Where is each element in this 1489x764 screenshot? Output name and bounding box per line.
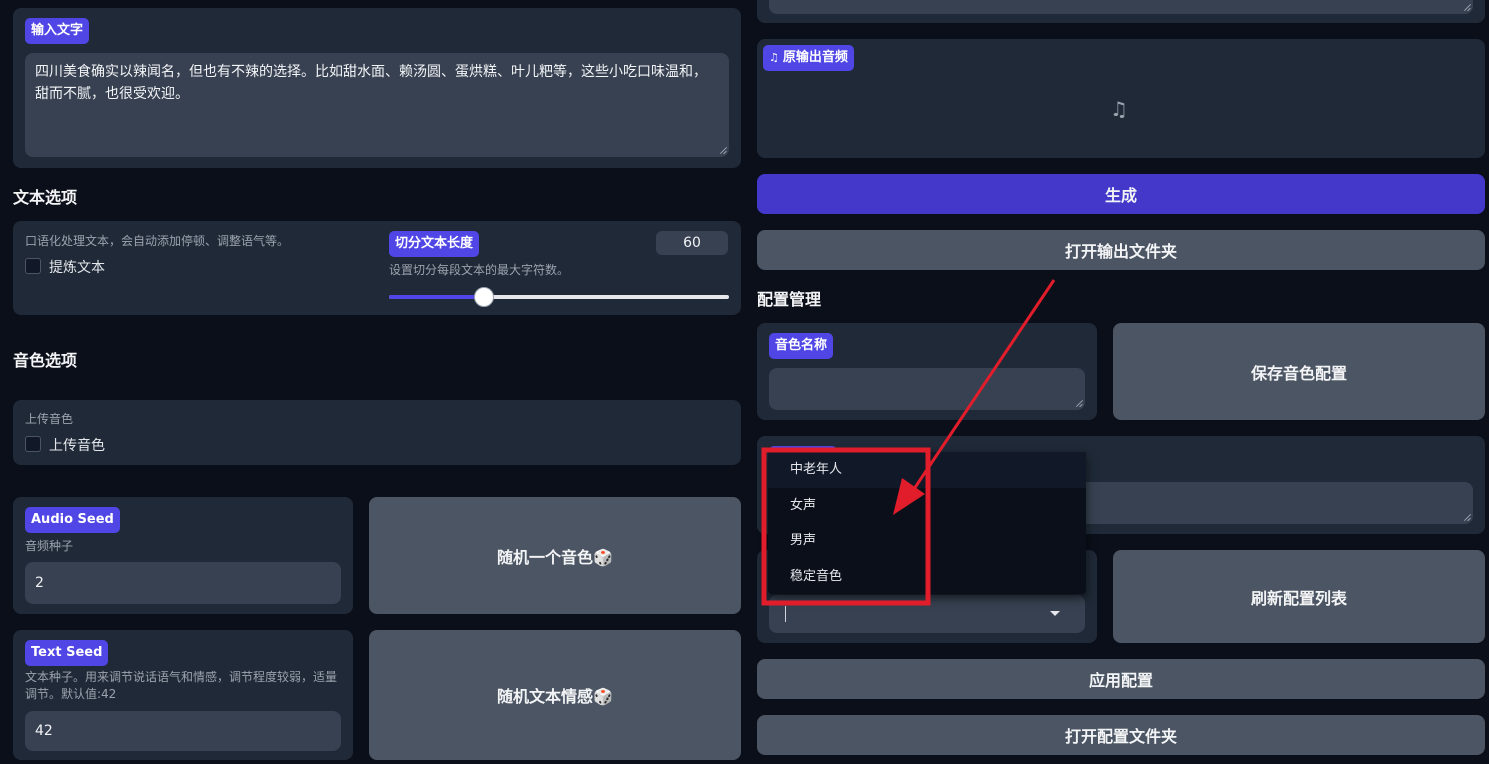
open-config-folder-button[interactable]: 打开配置文件夹 [757, 715, 1485, 755]
input-text-panel: 输入文字 四川美食确实以辣闻名，但也有不辣的选择。比如甜水面、赖汤圆、蛋烘糕、叶… [13, 8, 741, 168]
top-cut-panel [757, 0, 1485, 23]
upload-voice-checkbox[interactable] [25, 436, 41, 452]
generate-button[interactable]: 生成 [757, 174, 1485, 214]
random-voice-button[interactable]: 随机一个音色🎲 [369, 497, 741, 614]
resize-handle-icon[interactable] [1462, 513, 1470, 521]
resize-handle-icon[interactable] [718, 146, 726, 154]
voice-name-panel: 音色名称 [757, 323, 1097, 420]
voice-name-label: 音色名称 [769, 333, 834, 359]
refine-text-label: 提炼文本 [49, 260, 105, 276]
split-length-input[interactable]: 60 [656, 231, 728, 255]
text-seed-panel: Text Seed 文本种子。用来调节说话语气和情感，调节程度较弱，适量调节。默… [13, 630, 353, 760]
split-length-slider-thumb[interactable] [474, 287, 494, 307]
apply-config-button[interactable]: 应用配置 [757, 659, 1485, 699]
split-length-description: 设置切分每段文本的最大字符数。 [389, 263, 570, 277]
audio-placeholder-icon: ♫ [1110, 97, 1128, 121]
upload-voice-description: 上传音色 [25, 412, 74, 426]
chevron-down-icon[interactable] [1050, 611, 1060, 616]
text-seed-input[interactable]: 42 [25, 711, 341, 751]
upload-voice-label: 上传音色 [49, 438, 105, 454]
config-heading: 配置管理 [757, 290, 822, 309]
config-select[interactable] [769, 595, 1085, 633]
audio-seed-input[interactable]: 2 [25, 562, 341, 604]
text-cursor [785, 606, 786, 622]
audio-seed-description: 音频种子 [25, 539, 74, 553]
top-cut-textarea[interactable] [769, 0, 1473, 14]
voice-options-heading: 音色选项 [13, 351, 78, 370]
text-seed-description: 文本种子。用来调节说话语气和情感，调节程度较弱，适量调节。默认值:42 [25, 670, 338, 701]
dropdown-option[interactable]: 男声 [768, 523, 1086, 559]
random-text-emotion-button[interactable]: 随机文本情感🎲 [369, 630, 741, 760]
split-length-label: 切分文本长度 [389, 231, 480, 257]
audio-seed-panel: Audio Seed 音频种子 2 [13, 497, 353, 614]
output-audio-label-text: 原输出音频 [782, 50, 848, 65]
split-length-slider-track[interactable] [389, 287, 729, 307]
output-audio-panel: ♫ 原输出音频 ♫ [757, 39, 1485, 158]
dropdown-option[interactable]: 中老年人 [768, 452, 1086, 488]
dropdown-option[interactable]: 女声 [768, 488, 1086, 524]
audio-seed-label: Audio Seed [25, 507, 120, 533]
refine-description: 口语化处理文本，会自动添加停顿、调整语气等。 [25, 234, 290, 248]
text-seed-label: Text Seed [25, 640, 109, 666]
text-options-panel: 口语化处理文本，会自动添加停顿、调整语气等。 提炼文本 切分文本长度 60 设置… [13, 221, 741, 315]
dropdown-option[interactable]: 稳定音色 [768, 559, 1086, 595]
input-text-label: 输入文字 [25, 18, 90, 44]
music-note-icon: ♫ [769, 51, 779, 64]
output-audio-label: ♫ 原输出音频 [763, 45, 854, 71]
open-output-folder-button[interactable]: 打开输出文件夹 [757, 230, 1485, 270]
save-voice-config-button[interactable]: 保存音色配置 [1113, 323, 1485, 420]
resize-handle-icon[interactable] [1462, 3, 1470, 11]
refine-text-checkbox[interactable] [25, 258, 41, 274]
voice-name-input[interactable] [769, 368, 1085, 410]
split-length-slider-fill [389, 295, 484, 299]
resize-handle-icon[interactable] [1074, 399, 1082, 407]
refresh-config-list-button[interactable]: 刷新配置列表 [1113, 550, 1485, 643]
upload-voice-panel: 上传音色 上传音色 [13, 400, 741, 465]
input-text-area[interactable]: 四川美食确实以辣闻名，但也有不辣的选择。比如甜水面、赖汤圆、蛋烘糕、叶儿粑等，这… [25, 53, 729, 157]
text-options-heading: 文本选项 [13, 188, 78, 207]
config-dropdown-menu: 中老年人 女声 男声 稳定音色 [768, 452, 1086, 594]
